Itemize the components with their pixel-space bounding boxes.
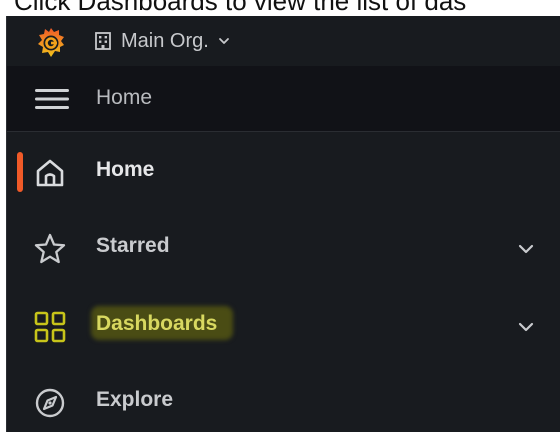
star-icon — [34, 233, 66, 264]
chevron-down-icon[interactable] — [515, 317, 537, 337]
dashboards-icon — [34, 311, 66, 343]
nav-label-starred: Starred — [96, 234, 170, 257]
hamburger-icon[interactable] — [35, 87, 69, 111]
grafana-logo[interactable] — [33, 25, 69, 61]
instruction-caption: Click Dashboards to view the list of das — [14, 0, 467, 16]
org-name: Main Org. — [121, 29, 209, 52]
nav-item-explore[interactable]: Explore — [7, 372, 560, 432]
nav-label-dashboards: Dashboards — [96, 312, 218, 335]
active-indicator — [17, 152, 23, 192]
nav-item-dashboards[interactable]: Dashboards — [7, 296, 560, 356]
nav-item-starred[interactable]: Starred — [7, 218, 560, 278]
nav-label-explore: Explore — [96, 388, 174, 411]
building-icon — [95, 32, 111, 50]
nav-item-home[interactable]: Home — [7, 142, 560, 202]
explore-icon — [35, 388, 65, 418]
breadcrumb-title[interactable]: Home — [96, 86, 152, 110]
grafana-side-panel: Main Org. Home Home Starred Dashboards E… — [6, 16, 560, 432]
home-icon — [36, 159, 64, 187]
top-bar: Main Org. — [7, 16, 560, 66]
chevron-down-icon — [218, 38, 229, 44]
breadcrumb-bar: Home — [7, 66, 560, 132]
org-switcher[interactable]: Main Org. — [93, 28, 231, 54]
nav-label-home: Home — [96, 158, 155, 181]
chevron-down-icon[interactable] — [515, 239, 537, 259]
